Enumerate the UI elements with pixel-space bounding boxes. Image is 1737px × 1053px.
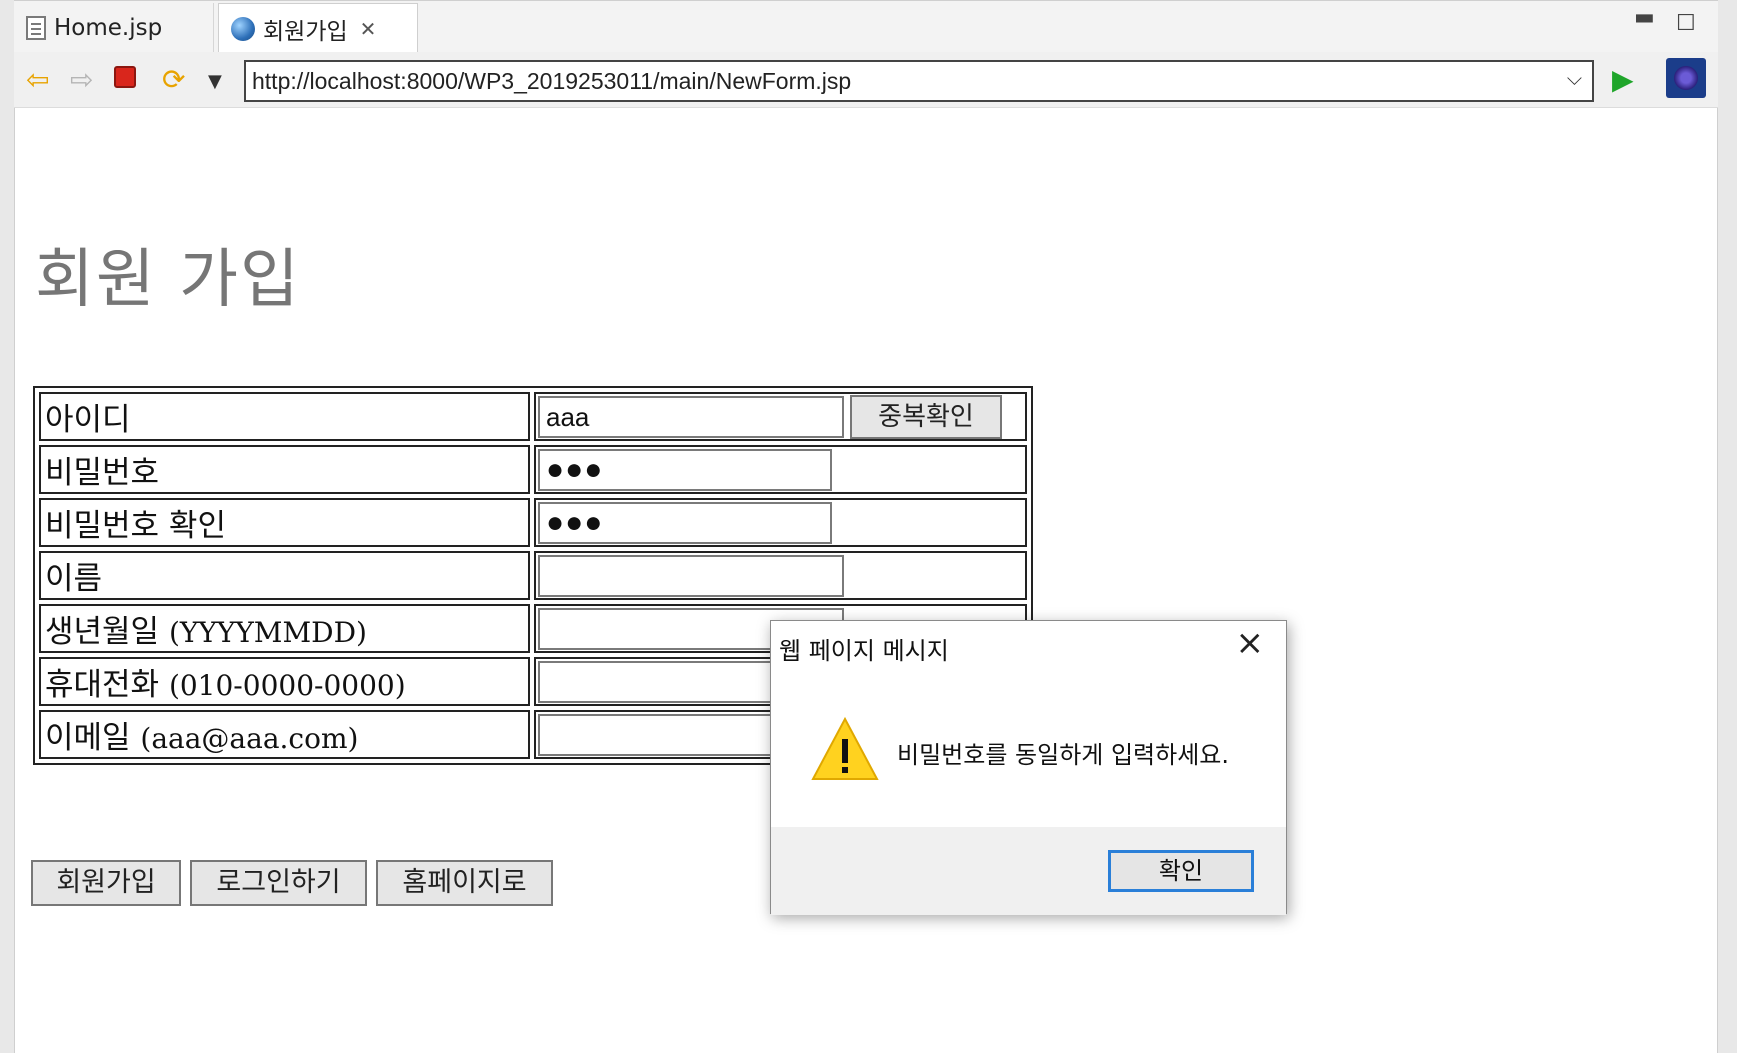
close-icon[interactable]: ×: [1236, 623, 1265, 663]
browser-toolbar: ⇦ ⇨ ⟳ ▼ http://localhost:8000/WP3_201925…: [14, 52, 1718, 108]
birthdate-label: 생년월일 (YYYYMMDD): [39, 604, 530, 653]
forward-icon[interactable]: ⇨: [70, 64, 93, 96]
tab-label: 회원가입: [263, 18, 348, 45]
dropdown-icon[interactable]: ▼: [208, 66, 222, 98]
maximize-icon[interactable]: ☐: [1676, 11, 1696, 36]
duplicate-check-button[interactable]: 중복확인: [850, 394, 1002, 439]
table-row: 비밀번호 ●●●: [39, 445, 1027, 494]
close-icon[interactable]: ✕: [360, 17, 377, 41]
id-input[interactable]: aaa: [538, 395, 844, 438]
password-confirm-input[interactable]: ●●●: [538, 501, 832, 544]
table-row: 이름: [39, 551, 1027, 600]
tab-label: Home.jsp: [54, 15, 163, 41]
globe-icon: [231, 16, 255, 41]
login-button[interactable]: 로그인하기: [190, 860, 367, 906]
phone-label: 휴대전화 (010-0000-0000): [39, 657, 530, 706]
password-label: 비밀번호: [39, 445, 530, 494]
stop-icon[interactable]: [114, 66, 136, 88]
go-icon[interactable]: ▶: [1612, 64, 1634, 96]
id-cell: aaa 중복확인: [534, 392, 1027, 441]
password-confirm-cell: ●●●: [534, 498, 1027, 547]
editor-tab-bar: Home.jsp 회원가입 ✕ ▬ ☐: [14, 0, 1718, 53]
signup-button[interactable]: 회원가입: [31, 860, 181, 906]
alert-dialog: 웹 페이지 메시지 × 비밀번호를 동일하게 입력하세요. 확인: [770, 620, 1287, 915]
refresh-icon[interactable]: ⟳: [162, 64, 185, 96]
tab-signup[interactable]: 회원가입 ✕: [218, 3, 418, 53]
password-input[interactable]: ●●●: [538, 448, 832, 491]
tab-home-jsp[interactable]: Home.jsp: [14, 3, 214, 53]
name-label: 이름: [39, 551, 530, 600]
url-text: http://localhost:8000/WP3_2019253011/mai…: [252, 67, 852, 94]
table-row: 비밀번호 확인 ●●●: [39, 498, 1027, 547]
ok-button[interactable]: 확인: [1108, 850, 1254, 892]
dialog-footer: 확인: [771, 827, 1286, 915]
name-cell: [534, 551, 1027, 600]
url-input[interactable]: http://localhost:8000/WP3_2019253011/mai…: [244, 60, 1594, 102]
email-label: 이메일 (aaa@aaa.com): [39, 710, 530, 759]
id-label: 아이디: [39, 392, 530, 441]
name-input[interactable]: [538, 554, 844, 597]
table-row: 아이디 aaa 중복확인: [39, 392, 1027, 441]
warning-icon: [811, 717, 879, 780]
password-confirm-label: 비밀번호 확인: [39, 498, 530, 547]
page-title: 회원 가입: [35, 243, 301, 317]
minimize-icon[interactable]: ▬: [1634, 5, 1655, 30]
home-button[interactable]: 홈페이지로: [376, 860, 553, 906]
chevron-down-icon[interactable]: ⌵: [1567, 68, 1582, 91]
back-icon[interactable]: ⇦: [26, 64, 49, 96]
dialog-message: 비밀번호를 동일하게 입력하세요.: [897, 741, 1230, 769]
password-cell: ●●●: [534, 445, 1027, 494]
file-icon: [26, 16, 46, 40]
dialog-title: 웹 페이지 메시지: [779, 637, 949, 665]
eclipse-icon[interactable]: [1666, 58, 1706, 98]
